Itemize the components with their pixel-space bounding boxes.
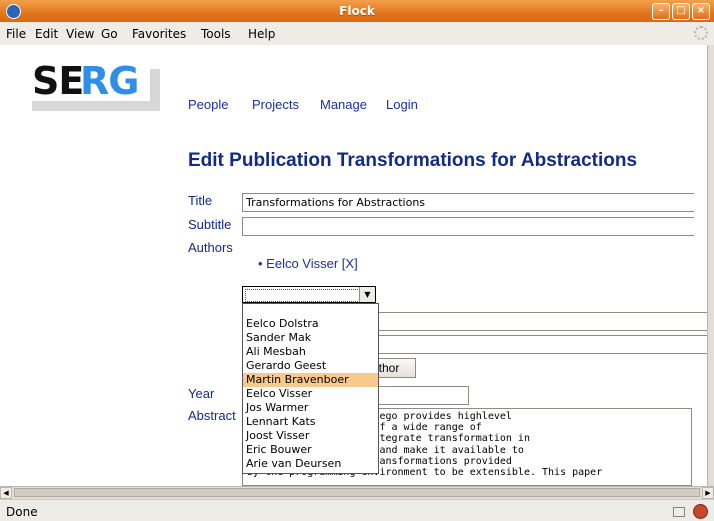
throbber-icon xyxy=(694,26,708,40)
title-label: Title xyxy=(188,193,213,208)
window-titlebar[interactable]: Flock – □ × xyxy=(0,0,714,22)
dropdown-option[interactable]: Eelco Dolstra xyxy=(243,317,378,331)
horizontal-scrollbar[interactable]: ◀ ▶ xyxy=(0,486,714,499)
dropdown-option[interactable]: Lennart Kats xyxy=(243,415,378,429)
page-content: SE RG People Projects Manage Login Edit … xyxy=(0,45,708,486)
scroll-right-icon[interactable]: ▶ xyxy=(702,487,714,499)
chevron-down-icon[interactable]: ▼ xyxy=(359,287,375,302)
nav-projects[interactable]: Projects xyxy=(252,97,299,112)
dropdown-option[interactable]: Gerardo Geest xyxy=(243,359,378,373)
nav-people[interactable]: People xyxy=(188,97,228,112)
scrollbar-thumb[interactable] xyxy=(14,488,700,497)
title-field[interactable]: Transformations for Abstractions xyxy=(242,193,694,212)
abstract-label: Abstract xyxy=(188,408,236,423)
scroll-left-icon[interactable]: ◀ xyxy=(0,487,12,499)
author-dropdown-list[interactable]: Eelco Dolstra Sander Mak Ali Mesbah Gera… xyxy=(242,303,379,474)
menu-edit[interactable]: Edit xyxy=(35,27,58,41)
author-select-value xyxy=(245,289,362,302)
author-list-item[interactable]: • Eelco Visser [X] xyxy=(258,256,358,271)
menu-view[interactable]: View xyxy=(66,27,94,41)
new-author-field[interactable] xyxy=(356,312,708,331)
close-button[interactable]: × xyxy=(692,3,710,20)
menu-tools[interactable]: Tools xyxy=(201,27,231,41)
nav-manage[interactable]: Manage xyxy=(320,97,367,112)
menu-file[interactable]: File xyxy=(6,27,26,41)
logo-text-se: SE xyxy=(32,59,84,103)
menu-help[interactable]: Help xyxy=(248,27,275,41)
minimize-button[interactable]: – xyxy=(652,3,670,20)
logo-text-rg: RG xyxy=(80,59,139,103)
dropdown-option-highlighted[interactable]: Martin Bravenboer xyxy=(243,373,378,387)
menu-favorites[interactable]: Favorites xyxy=(132,27,186,41)
flock-status-icon[interactable] xyxy=(693,504,708,519)
dropdown-option[interactable]: Jos Warmer xyxy=(243,401,378,415)
author-select[interactable]: ▼ xyxy=(242,286,376,303)
serg-logo[interactable]: SE RG xyxy=(22,59,162,111)
vertical-scrollbar[interactable] xyxy=(707,45,714,486)
menu-bar: File Edit View Go Favorites Tools Help xyxy=(0,22,714,46)
subtitle-field[interactable] xyxy=(242,217,694,236)
status-bar: Done xyxy=(0,499,714,521)
dropdown-option[interactable]: Eelco Visser xyxy=(243,387,378,401)
mail-icon[interactable] xyxy=(673,506,685,517)
dropdown-option[interactable]: Arie van Deursen xyxy=(243,457,378,471)
authors-label: Authors xyxy=(188,240,233,255)
nav-login[interactable]: Login xyxy=(386,97,418,112)
dropdown-option[interactable] xyxy=(243,304,378,317)
status-text: Done xyxy=(6,505,38,519)
dropdown-option[interactable]: Sander Mak xyxy=(243,331,378,345)
new-author-field-2[interactable] xyxy=(356,335,708,354)
maximize-button[interactable]: □ xyxy=(672,3,690,20)
menu-go[interactable]: Go xyxy=(101,27,118,41)
page-title: Edit Publication Transformations for Abs… xyxy=(188,150,638,171)
dropdown-option[interactable]: Joost Visser xyxy=(243,429,378,443)
window-title: Flock xyxy=(339,4,375,18)
subtitle-label: Subtitle xyxy=(188,217,232,232)
dropdown-option[interactable]: Ali Mesbah xyxy=(243,345,378,359)
author-name-remove-link[interactable]: Eelco Visser [X] xyxy=(266,256,358,271)
dropdown-option[interactable]: Eric Bouwer xyxy=(243,443,378,457)
year-label: Year xyxy=(188,386,215,401)
